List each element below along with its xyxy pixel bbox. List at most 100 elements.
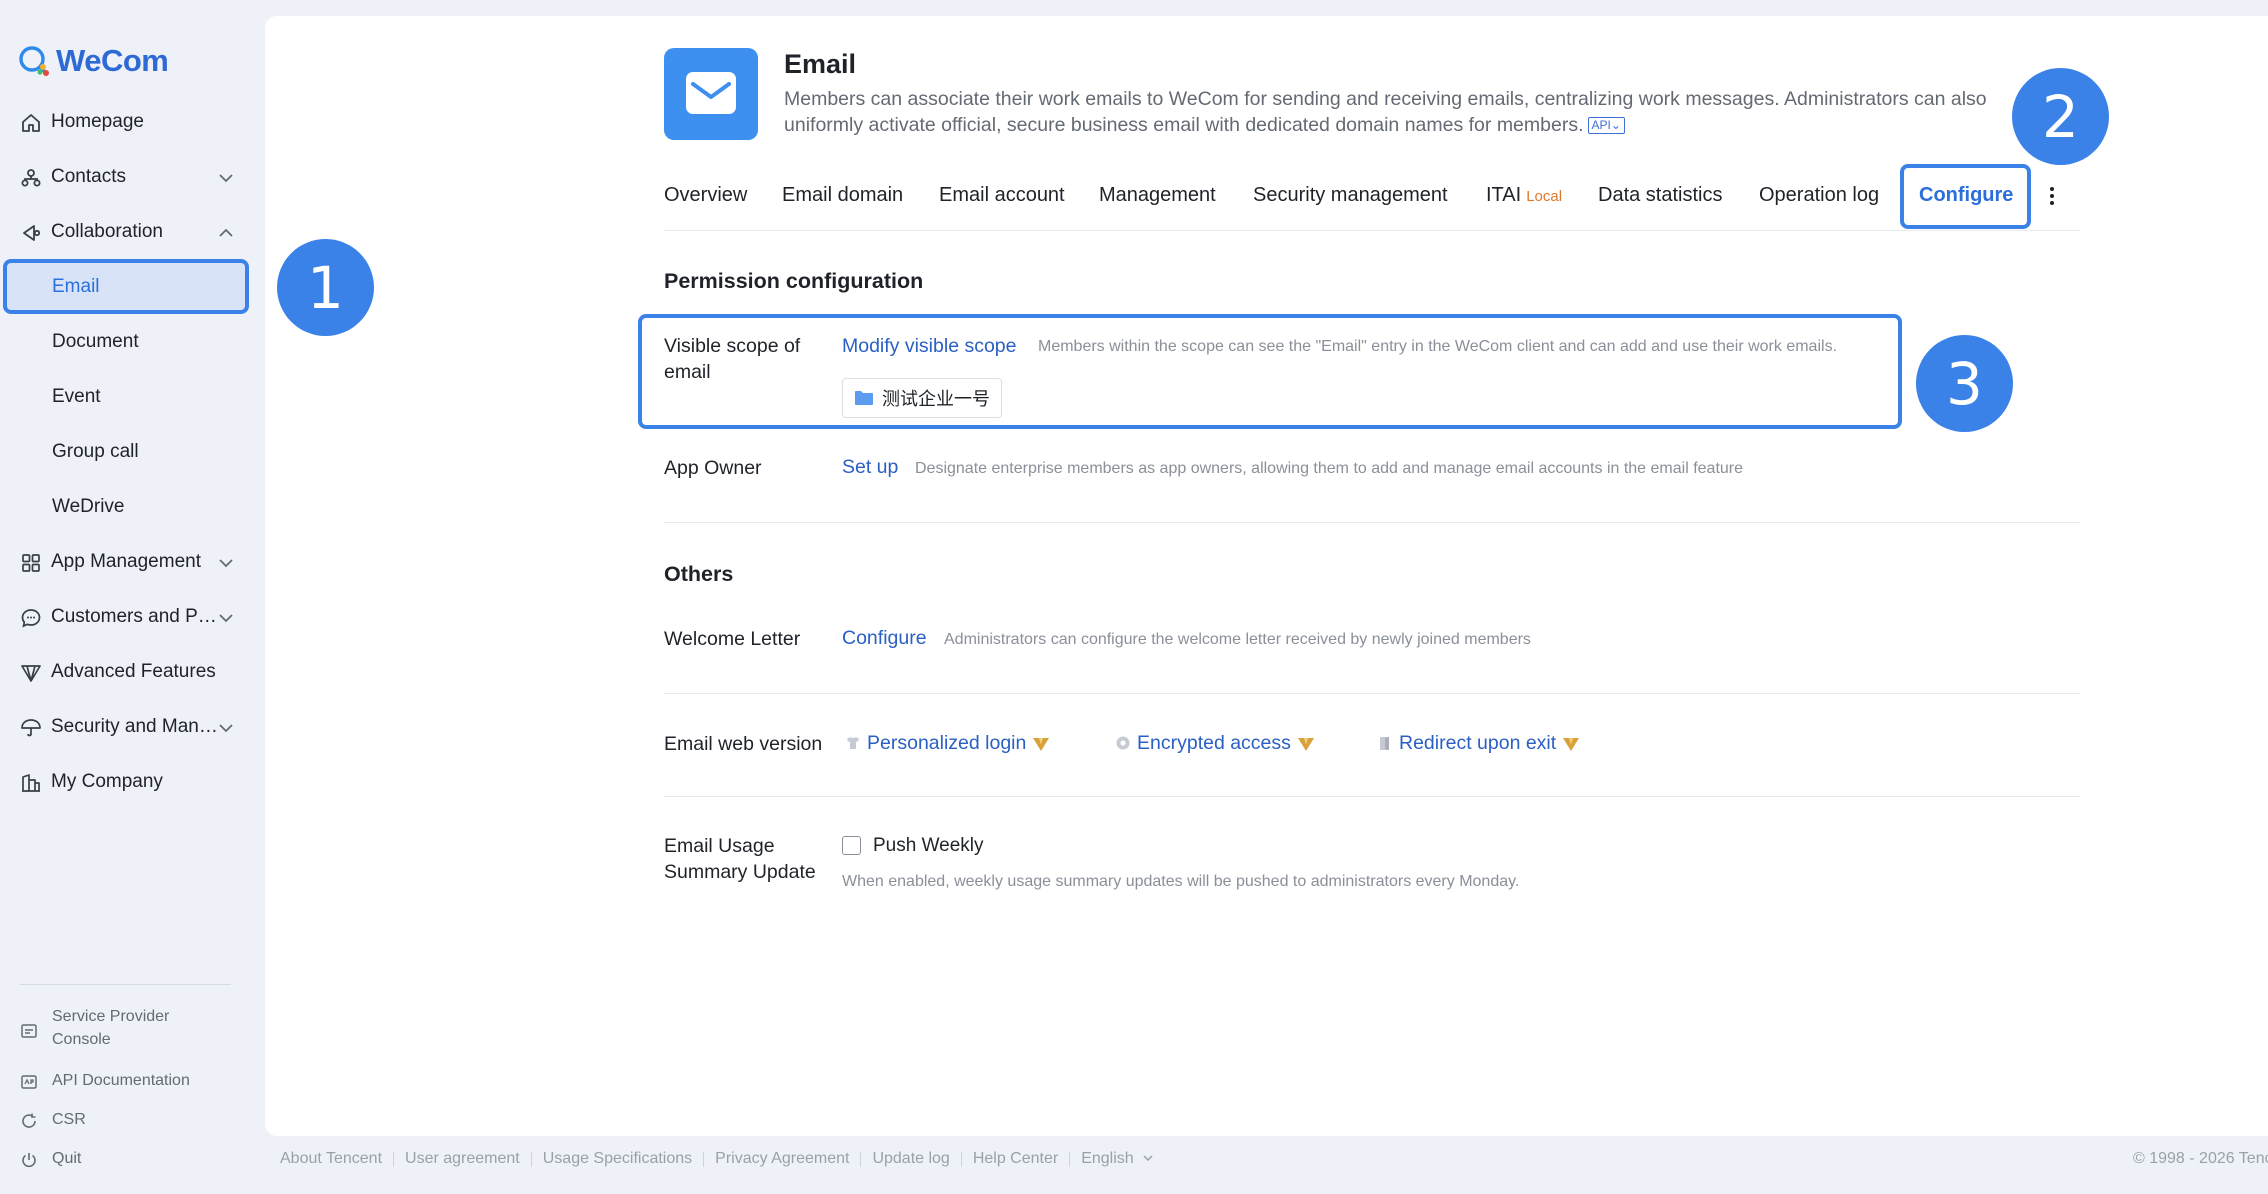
tab-overview[interactable]: Overview: [664, 184, 747, 207]
page-footer: About Tencent User agreement Usage Speci…: [280, 1150, 1154, 1168]
diamond-icon: [21, 665, 41, 682]
sidebar-item-security[interactable]: Security and Man…: [0, 703, 263, 753]
app-owner-set-up-link[interactable]: Set up: [842, 456, 898, 479]
tab-configure[interactable]: Configure: [1919, 184, 2013, 207]
wecom-logo[interactable]: WeCom: [16, 42, 169, 80]
sidebar-item-label: Collaboration: [51, 221, 163, 242]
footer-separator: [703, 1151, 705, 1167]
tab-operation-log[interactable]: Operation log: [1759, 184, 1879, 207]
wecom-logo-icon: [19, 46, 49, 76]
sidebar-item-group-call[interactable]: Group call: [0, 428, 263, 478]
chevron-down-icon: [1143, 1155, 1153, 1162]
visible-scope-hint: Members within the scope can see the "Em…: [1038, 338, 1838, 355]
welcome-letter-configure-link[interactable]: Configure: [842, 627, 927, 650]
sidebar-footer-label: Quit: [52, 1150, 82, 1167]
redirect-upon-exit-label: Redirect upon exit: [1399, 732, 1557, 754]
org-chart-icon: [21, 169, 41, 187]
footer-separator: [1069, 1151, 1071, 1167]
callout-badge-2: 2: [2012, 68, 2109, 165]
local-tag: Local: [1526, 188, 1563, 205]
app-description-text: Members can associate their work emails …: [784, 88, 1987, 136]
refresh-icon: [22, 1113, 36, 1128]
more-vertical-icon[interactable]: [2048, 185, 2056, 207]
sidebar-item-label: Event: [52, 386, 101, 407]
sidebar-item-email[interactable]: Email: [0, 263, 263, 313]
footer-separator: [393, 1151, 395, 1167]
tab-security-management[interactable]: Security management: [1253, 184, 1448, 207]
app-owner-label: App Owner: [664, 457, 762, 479]
sidebar-item-app-management[interactable]: App Management: [0, 538, 263, 588]
chevron-up-icon: [219, 228, 233, 237]
vip-badge-icon: [1297, 737, 1314, 751]
department-name: 测试企业一号: [882, 389, 990, 409]
sidebar-item-homepage[interactable]: Homepage: [0, 98, 263, 148]
copyright: © 1998 - 2026 Tenc: [2133, 1150, 2268, 1167]
encrypted-access-link[interactable]: Encrypted access: [1115, 732, 1315, 755]
visible-scope-label: Visible scope of email: [664, 335, 801, 383]
sidebar-item-label: Document: [52, 331, 139, 352]
brand-name: WeCom: [56, 43, 169, 78]
footer-link-help-center[interactable]: Help Center: [973, 1150, 1058, 1168]
sidebar-item-customers[interactable]: Customers and P…: [0, 593, 263, 643]
console-icon: [21, 1024, 37, 1038]
callout-badge-3: 3: [1916, 335, 2013, 432]
api-tag[interactable]: API⌄: [1587, 117, 1625, 135]
permission-section-title: Permission configuration: [664, 269, 924, 293]
app-title: Email: [784, 49, 857, 79]
sidebar-item-label: Advanced Features: [51, 661, 216, 682]
department-chip[interactable]: 测试企业一号: [842, 378, 1002, 418]
sidebar-item-wedrive[interactable]: WeDrive: [0, 483, 263, 533]
footer-link-update-log[interactable]: Update log: [872, 1150, 949, 1168]
sidebar-item-advanced-features[interactable]: Advanced Features: [0, 648, 263, 698]
vip-badge-icon: [1033, 737, 1050, 751]
tab-email-domain[interactable]: Email domain: [782, 184, 903, 207]
chat-bubble-icon: [21, 609, 41, 628]
vip-badge-icon: [1563, 737, 1580, 751]
home-icon: [22, 114, 40, 132]
personalized-login-link[interactable]: Personalized login: [845, 732, 1050, 755]
sidebar-item-label: Homepage: [51, 111, 144, 132]
sidebar-item-collaboration[interactable]: Collaboration: [0, 208, 263, 258]
sidebar-item-contacts[interactable]: Contacts: [0, 153, 263, 203]
umbrella-icon: [21, 719, 41, 737]
api-doc-icon: [21, 1075, 37, 1089]
grid-icon: [22, 554, 40, 572]
email-usage-summary-label: Email Usage Summary Update: [664, 835, 816, 883]
sidebar: WeCom Homepage Contacts Collaboration Em…: [0, 0, 263, 1194]
sidebar-item-event[interactable]: Event: [0, 373, 263, 423]
sidebar-item-label: Security and Man…: [51, 716, 218, 737]
sidebar-divider: [20, 984, 231, 985]
tab-itai-label: ITAI: [1486, 184, 1522, 206]
tab-management[interactable]: Management: [1099, 184, 1216, 207]
push-weekly-label[interactable]: Push Weekly: [873, 835, 984, 857]
email-usage-summary-hint: When enabled, weekly usage summary updat…: [842, 873, 1520, 890]
api-tag-label: API: [1591, 118, 1611, 133]
footer-link-about[interactable]: About Tencent: [280, 1150, 382, 1168]
shirt-icon: [847, 737, 859, 749]
tab-email-account[interactable]: Email account: [939, 184, 1065, 207]
tab-data-statistics[interactable]: Data statistics: [1598, 184, 1722, 207]
power-icon: [22, 1153, 36, 1168]
footer-link-usage-specifications[interactable]: Usage Specifications: [543, 1150, 692, 1168]
footer-link-privacy[interactable]: Privacy Agreement: [715, 1150, 849, 1168]
callout-badge-1: 1: [277, 239, 374, 336]
language-selector[interactable]: English: [1081, 1150, 1153, 1168]
email-app-icon: [664, 48, 758, 140]
sidebar-item-my-company[interactable]: My Company: [0, 758, 263, 808]
sidebar-item-document[interactable]: Document: [0, 318, 263, 368]
footer-separator: [960, 1151, 962, 1167]
encrypted-access-label: Encrypted access: [1137, 732, 1291, 754]
modify-visible-scope-link[interactable]: Modify visible scope: [842, 335, 1017, 358]
others-section-title: Others: [664, 562, 734, 586]
tab-divider: [664, 230, 2080, 231]
sidebar-footer-label: API Documentation: [52, 1072, 190, 1089]
redirect-upon-exit-link[interactable]: Redirect upon exit: [1377, 732, 1580, 755]
sidebar-item-label: Contacts: [51, 166, 126, 187]
chevron-down-icon: [219, 174, 233, 183]
tab-itai[interactable]: ITAI Local: [1486, 184, 1562, 207]
folder-icon: [855, 391, 873, 405]
section-divider: [664, 796, 2080, 797]
push-weekly-checkbox[interactable]: [842, 836, 861, 855]
footer-separator: [860, 1151, 862, 1167]
footer-link-user-agreement[interactable]: User agreement: [405, 1150, 520, 1168]
